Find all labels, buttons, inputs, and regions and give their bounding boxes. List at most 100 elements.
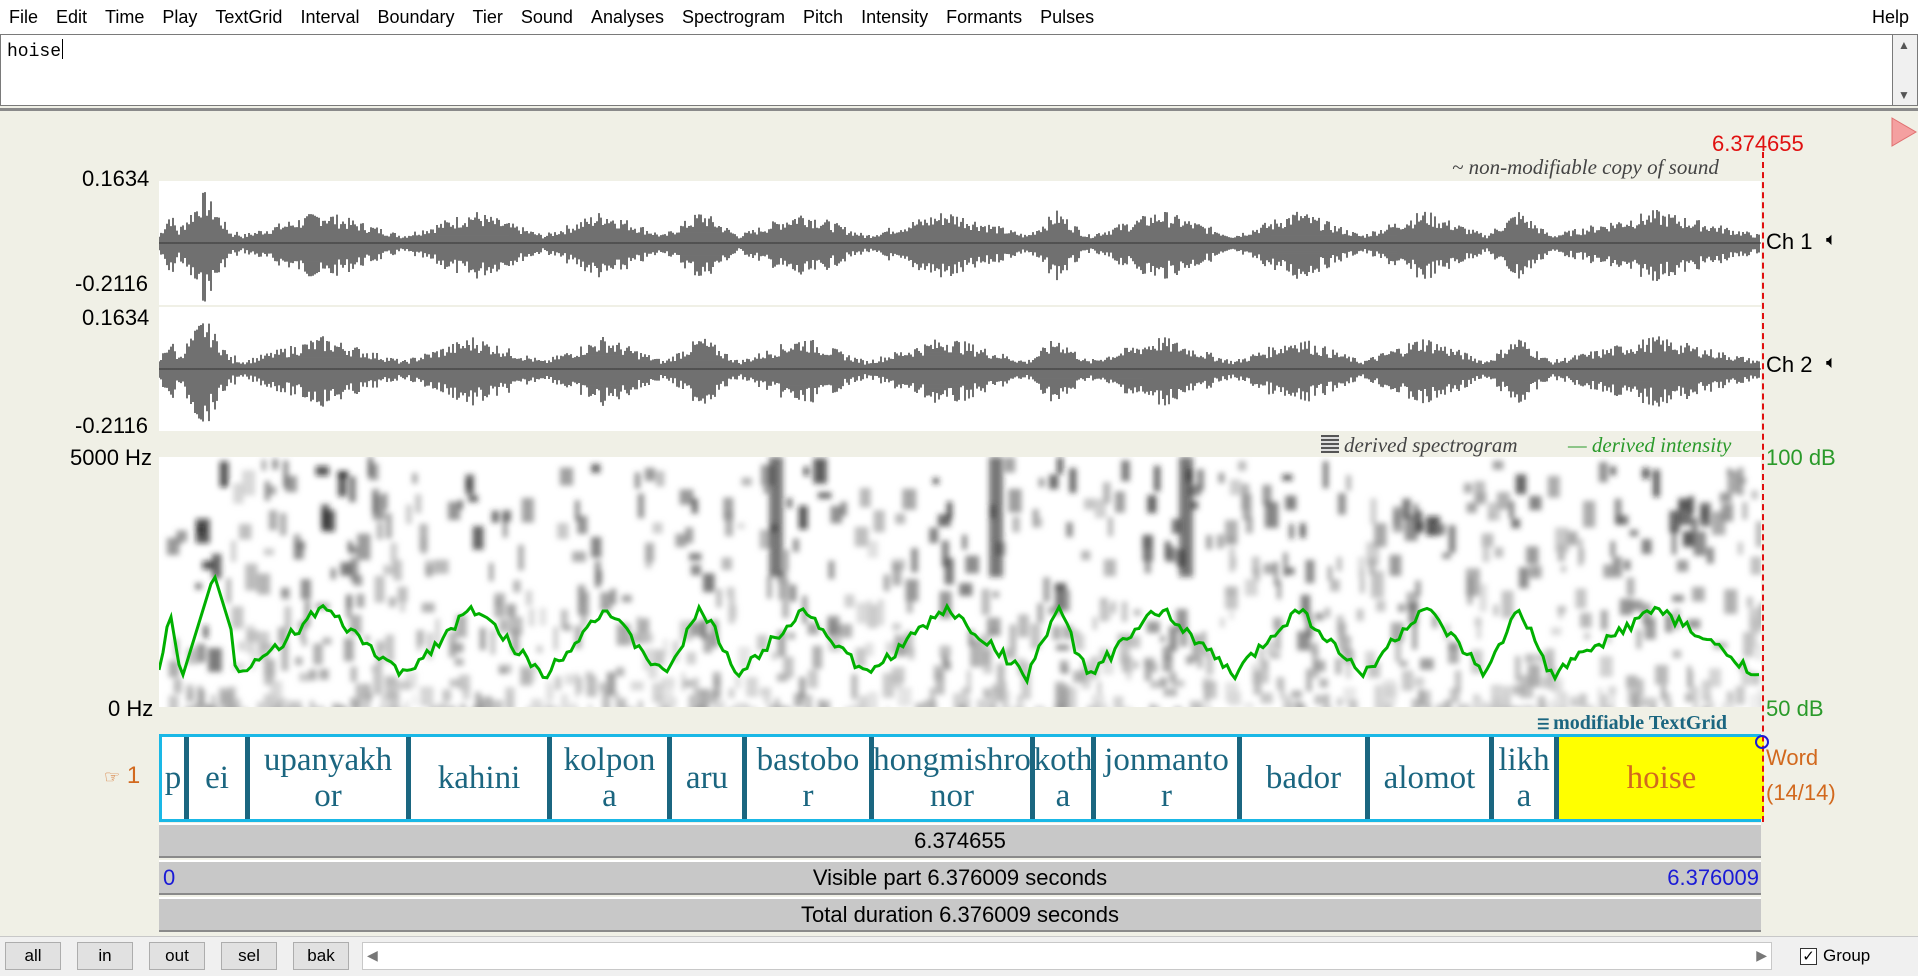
waveform-ch1[interactable]	[159, 181, 1761, 305]
menu-edit[interactable]: Edit	[47, 0, 96, 34]
interval-boundary[interactable]	[869, 737, 874, 819]
interval-5[interactable]: aru	[672, 737, 742, 819]
spectrogram-cell	[1004, 457, 1015, 472]
spectrogram-cell	[1393, 506, 1403, 532]
spectrogram-cell	[294, 534, 301, 559]
speaker-icon[interactable]: 🔈︎	[1826, 229, 1837, 250]
interval-boundary[interactable]	[245, 737, 250, 819]
spectrogram-cell	[622, 595, 632, 602]
spectrogram-cell	[422, 603, 435, 613]
interval-boundary[interactable]	[184, 737, 189, 819]
interval-3[interactable]: kahini	[411, 737, 547, 819]
menu-sound[interactable]: Sound	[512, 0, 582, 34]
spectrogram-cell	[284, 606, 291, 630]
spectrogram-cell	[725, 511, 733, 536]
spectrogram-cell	[959, 583, 972, 596]
spectrogram-cell	[489, 563, 493, 581]
interval-boundary[interactable]	[1237, 737, 1242, 819]
group-checkbox[interactable]: ✓	[1800, 948, 1817, 965]
spectrogram-cell	[1356, 609, 1363, 621]
spectrogram-cell	[1576, 589, 1587, 609]
interval-13[interactable]: hoise	[1559, 737, 1764, 819]
menu-formants[interactable]: Formants	[937, 0, 1031, 34]
interval-boundary[interactable]	[667, 737, 672, 819]
interval-boundary[interactable]	[1030, 737, 1035, 819]
spectrogram-cell	[1244, 703, 1254, 707]
spectrogram-cell	[539, 608, 546, 626]
intensity-header: — derived intensity	[1568, 433, 1731, 458]
menu-pitch[interactable]: Pitch	[794, 0, 852, 34]
waveform-ch2-svg	[159, 307, 1761, 431]
spectrogram-cell	[197, 526, 204, 534]
spectrogram-cell	[1661, 685, 1666, 700]
interval-boundary[interactable]	[1489, 737, 1494, 819]
interval-4[interactable]: kolpon a	[552, 737, 667, 819]
spectrogram-cell	[1707, 547, 1714, 563]
spectrogram-cell	[727, 587, 735, 597]
text-field-scrollbar[interactable]: ▲ ▼	[1893, 34, 1918, 106]
scroll-down-icon[interactable]: ▼	[1898, 88, 1910, 102]
interval-boundary[interactable]	[406, 737, 411, 819]
spectrogram-cell	[231, 606, 243, 628]
interval-2[interactable]: upanyakh or	[250, 737, 406, 819]
zoom-out-button[interactable]: out	[149, 942, 205, 970]
boundary-handle-icon[interactable]	[1755, 735, 1769, 749]
textgrid-tier-word[interactable]: peiupanyakh orkahinikolpon aarubastobo r…	[159, 734, 1761, 822]
interval-12[interactable]: likh a	[1494, 737, 1554, 819]
interval-boundary[interactable]	[1365, 737, 1370, 819]
menu-help[interactable]: Help	[1863, 0, 1918, 34]
spectrogram-header: derived spectrogram	[1344, 433, 1518, 458]
menu-boundary[interactable]: Boundary	[368, 0, 463, 34]
spectrogram-cell	[930, 688, 935, 707]
cursor-time-bar[interactable]: 6.374655	[159, 823, 1761, 858]
zoom-sel-button[interactable]: sel	[221, 942, 277, 970]
spectrogram-cell	[1724, 589, 1737, 614]
spectrogram-cell	[638, 494, 644, 519]
menu-file[interactable]: File	[0, 0, 47, 34]
menu-interval[interactable]: Interval	[291, 0, 368, 34]
waveform-ch2[interactable]	[159, 307, 1761, 431]
menu-tier[interactable]: Tier	[464, 0, 512, 34]
interval-6[interactable]: bastobo r	[747, 737, 869, 819]
interval-8[interactable]: koth a	[1035, 737, 1091, 819]
interval-10[interactable]: bador	[1242, 737, 1365, 819]
interval-0[interactable]: p	[162, 737, 184, 819]
menu-play[interactable]: Play	[153, 0, 206, 34]
scroll-left-icon[interactable]: ◀	[367, 947, 378, 964]
spectrogram-cell	[1337, 698, 1343, 707]
scroll-right-icon[interactable]: ▶	[1756, 947, 1767, 964]
menu-intensity[interactable]: Intensity	[852, 0, 937, 34]
interval-text-field[interactable]: hoise	[0, 34, 1893, 106]
interval-7[interactable]: hongmishro nor	[874, 737, 1030, 819]
menu-analyses[interactable]: Analyses	[582, 0, 673, 34]
spectrogram-cell	[685, 527, 693, 543]
speaker-icon[interactable]: 🔈︎	[1826, 352, 1837, 373]
spectrogram-cell	[1285, 701, 1295, 707]
menu-textgrid[interactable]: TextGrid	[206, 0, 291, 34]
spectrogram-cell	[417, 632, 421, 650]
spectrogram-cell	[257, 573, 270, 594]
interval-boundary[interactable]	[547, 737, 552, 819]
spectrogram[interactable]	[159, 457, 1761, 707]
scroll-up-icon[interactable]: ▲	[1898, 38, 1910, 52]
visible-part-bar[interactable]: 0 Visible part 6.376009 seconds 6.376009	[159, 860, 1761, 895]
play-triangle-icon[interactable]	[1890, 116, 1918, 148]
interval-boundary[interactable]	[1091, 737, 1096, 819]
interval-11[interactable]: alomot	[1370, 737, 1489, 819]
total-duration-bar[interactable]: Total duration 6.376009 seconds	[159, 897, 1761, 932]
menu-spectrogram[interactable]: Spectrogram	[673, 0, 794, 34]
zoom-all-button[interactable]: all	[5, 942, 61, 970]
interval-boundary[interactable]	[742, 737, 747, 819]
time-scrollbar[interactable]: ◀ ▶	[362, 942, 1772, 970]
zoom-in-button[interactable]: in	[77, 942, 133, 970]
spectrogram-cell	[867, 600, 872, 626]
menu-time[interactable]: Time	[96, 0, 153, 34]
interval-9[interactable]: jonmanto r	[1096, 737, 1237, 819]
menu-pulses[interactable]: Pulses	[1031, 0, 1103, 34]
spectrogram-cell	[1712, 511, 1725, 535]
spectrogram-cell	[1743, 632, 1754, 657]
spectrogram-cell	[965, 556, 979, 574]
interval-boundary[interactable]	[1554, 737, 1559, 819]
interval-1[interactable]: ei	[189, 737, 245, 819]
zoom-back-button[interactable]: bak	[293, 942, 349, 970]
